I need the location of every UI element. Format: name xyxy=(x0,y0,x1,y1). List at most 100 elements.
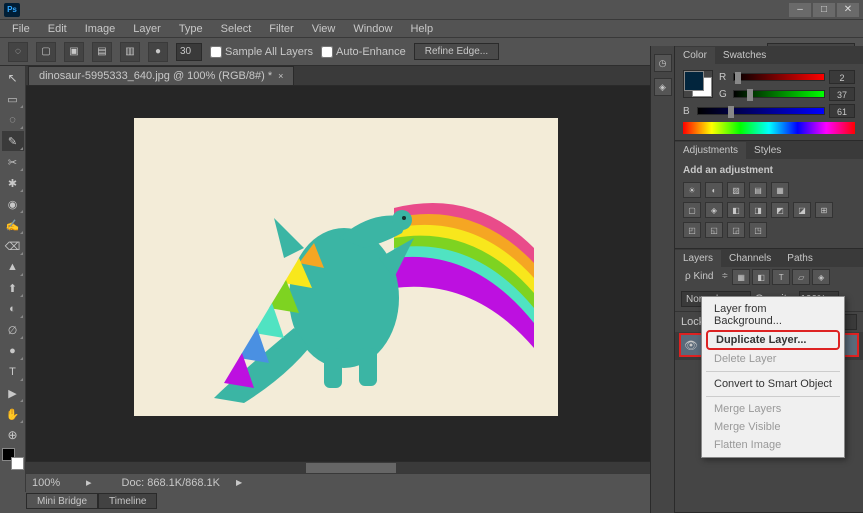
selection-subtract-icon[interactable]: ▤ xyxy=(92,42,112,62)
sample-all-layers-checkbox[interactable]: Sample All Layers xyxy=(210,46,313,58)
menu-edit[interactable]: Edit xyxy=(40,21,75,37)
tab-channels[interactable]: Channels xyxy=(721,250,779,267)
maximize-button[interactable]: □ xyxy=(813,3,835,17)
ctx-layer-from-background[interactable]: Layer from Background... xyxy=(702,300,844,330)
minimize-button[interactable]: – xyxy=(789,3,811,17)
tab-paths[interactable]: Paths xyxy=(779,250,821,267)
menu-layer[interactable]: Layer xyxy=(125,21,169,37)
lasso-tool[interactable]: ◌ xyxy=(2,110,24,130)
zoom-arrow-icon[interactable]: ▸ xyxy=(86,476,92,489)
tool-preset-icon[interactable]: ◌ xyxy=(8,42,28,62)
adj-channel-mixer-icon[interactable]: ◩ xyxy=(771,202,789,218)
r-slider[interactable] xyxy=(733,73,825,81)
tab-timeline[interactable]: Timeline xyxy=(98,493,157,509)
tab-swatches[interactable]: Swatches xyxy=(715,47,774,64)
blur-tool[interactable]: ∅ xyxy=(2,320,24,340)
auto-enhance-checkbox[interactable]: Auto-Enhance xyxy=(321,46,406,58)
menu-image[interactable]: Image xyxy=(77,21,124,37)
history-brush-tool[interactable]: ▲ xyxy=(2,257,24,277)
panel-fg-color[interactable] xyxy=(684,71,704,91)
menu-view[interactable]: View xyxy=(304,21,344,37)
adj-color-lookup-icon[interactable]: ◪ xyxy=(793,202,811,218)
layer-visibility-icon[interactable]: 👁 xyxy=(681,339,701,352)
tab-styles[interactable]: Styles xyxy=(746,142,789,159)
selection-add-icon[interactable]: ▣ xyxy=(64,42,84,62)
zoom-tool[interactable]: ⊕ xyxy=(2,425,24,445)
properties-panel-icon[interactable]: ◈ xyxy=(654,78,672,96)
hand-tool[interactable]: ✋ xyxy=(2,404,24,424)
scrollbar-thumb[interactable] xyxy=(306,463,396,473)
healing-brush-tool[interactable]: ◉ xyxy=(2,194,24,214)
quick-selection-tool[interactable]: ✎ xyxy=(2,131,24,151)
dodge-tool[interactable]: ● xyxy=(2,341,24,361)
filter-type-icon[interactable]: T xyxy=(772,269,790,285)
adj-exposure-icon[interactable]: ▤ xyxy=(749,182,767,198)
adj-hue-icon[interactable]: ▢ xyxy=(683,202,701,218)
b-slider[interactable] xyxy=(697,107,825,115)
menu-window[interactable]: Window xyxy=(345,21,400,37)
tab-color[interactable]: Color xyxy=(675,47,715,64)
g-value[interactable]: 37 xyxy=(829,87,855,101)
background-color-swatch[interactable] xyxy=(11,457,24,470)
adj-gradient-map-icon[interactable]: ◲ xyxy=(727,222,745,238)
adj-bw-icon[interactable]: ◧ xyxy=(727,202,745,218)
canvas-area[interactable] xyxy=(26,86,674,490)
horizontal-scrollbar[interactable] xyxy=(26,461,674,473)
brush-size-input[interactable] xyxy=(176,43,202,61)
selection-intersect-icon[interactable]: ▥ xyxy=(120,42,140,62)
filter-smart-icon[interactable]: ◈ xyxy=(812,269,830,285)
history-panel-icon[interactable]: ◷ xyxy=(654,54,672,72)
close-button[interactable]: ✕ xyxy=(837,3,859,17)
selection-new-icon[interactable]: ▢ xyxy=(36,42,56,62)
adj-vibrance-icon[interactable]: ▦ xyxy=(771,182,789,198)
marquee-tool[interactable]: ▭ xyxy=(2,89,24,109)
menu-help[interactable]: Help xyxy=(402,21,441,37)
ctx-convert-smart-object[interactable]: Convert to Smart Object xyxy=(702,375,844,393)
zoom-level[interactable]: 100% xyxy=(32,477,76,489)
type-tool[interactable]: T xyxy=(2,362,24,382)
filter-shape-icon[interactable]: ▱ xyxy=(792,269,810,285)
filter-adjustment-icon[interactable]: ◧ xyxy=(752,269,770,285)
document-canvas[interactable] xyxy=(134,118,558,416)
filter-pixel-icon[interactable]: ▦ xyxy=(732,269,750,285)
tab-mini-bridge[interactable]: Mini Bridge xyxy=(26,493,98,509)
tab-layers[interactable]: Layers xyxy=(675,250,721,267)
document-tab-close-icon[interactable]: × xyxy=(278,71,283,81)
color-spectrum[interactable] xyxy=(683,122,855,134)
adjustments-panel: Adjustments Styles Add an adjustment ☀ ◐… xyxy=(675,141,863,249)
path-selection-tool[interactable]: ▶ xyxy=(2,383,24,403)
tab-adjustments[interactable]: Adjustments xyxy=(675,142,746,159)
brush-tool[interactable]: ✍ xyxy=(2,215,24,235)
crop-tool[interactable]: ✂ xyxy=(2,152,24,172)
foreground-background-colors[interactable] xyxy=(2,448,24,470)
menu-bar: File Edit Image Layer Type Select Filter… xyxy=(0,20,863,38)
adj-brightness-icon[interactable]: ☀ xyxy=(683,182,701,198)
menu-select[interactable]: Select xyxy=(213,21,260,37)
clone-stamp-tool[interactable]: ⌫ xyxy=(2,236,24,256)
gradient-tool[interactable]: ◐ xyxy=(2,299,24,319)
eraser-tool[interactable]: ⬆ xyxy=(2,278,24,298)
panel-color-swatch[interactable] xyxy=(683,70,713,98)
adj-threshold-icon[interactable]: ◱ xyxy=(705,222,723,238)
r-value[interactable]: 2 xyxy=(829,70,855,84)
adj-colorbalance-icon[interactable]: ◈ xyxy=(705,202,723,218)
adj-photo-filter-icon[interactable]: ◨ xyxy=(749,202,767,218)
adj-posterize-icon[interactable]: ◰ xyxy=(683,222,701,238)
g-slider[interactable] xyxy=(733,90,825,98)
eyedropper-tool[interactable]: ✱ xyxy=(2,173,24,193)
brush-preview-icon[interactable]: ● xyxy=(148,42,168,62)
doc-info-arrow-icon[interactable]: ▶ xyxy=(236,478,242,487)
menu-type[interactable]: Type xyxy=(171,21,211,37)
adj-selective-color-icon[interactable]: ◳ xyxy=(749,222,767,238)
ctx-duplicate-layer[interactable]: Duplicate Layer... xyxy=(706,330,840,350)
refine-edge-button[interactable]: Refine Edge... xyxy=(414,43,499,60)
b-value[interactable]: 61 xyxy=(829,104,855,118)
adj-invert-icon[interactable]: ⊞ xyxy=(815,202,833,218)
adj-curves-icon[interactable]: ▨ xyxy=(727,182,745,198)
document-info[interactable]: Doc: 868.1K/868.1K xyxy=(122,477,220,489)
menu-filter[interactable]: Filter xyxy=(261,21,301,37)
menu-file[interactable]: File xyxy=(4,21,38,37)
document-tab[interactable]: dinosaur-5995333_640.jpg @ 100% (RGB/8#)… xyxy=(28,66,294,85)
adj-levels-icon[interactable]: ◐ xyxy=(705,182,723,198)
move-tool[interactable]: ↖ xyxy=(2,68,24,88)
